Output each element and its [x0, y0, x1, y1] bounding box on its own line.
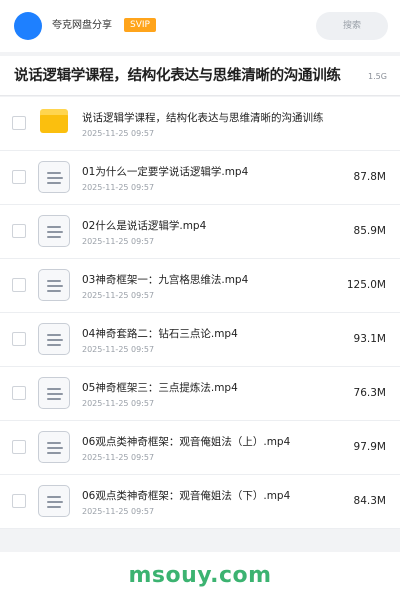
video-file-icon	[38, 269, 70, 301]
file-size: 76.3M	[353, 387, 386, 399]
select-checkbox[interactable]	[12, 332, 26, 346]
file-name: 06观点类神奇框架：观音俺姐法（上）.mp4	[82, 436, 291, 448]
video-file-icon	[38, 323, 70, 355]
footer: msouy.com	[0, 552, 400, 600]
app-header: 夸克网盘分享 SVIP 搜索	[0, 0, 400, 52]
file-row[interactable]: 06观点类神奇框架：观音俺姐法（下）.mp4 2025-11-25 09:57 …	[0, 475, 400, 529]
svip-badge: SVIP	[124, 18, 156, 32]
file-list: 说话逻辑学课程，结构化表达与思维清晰的沟通训练 2025-11-25 09:57…	[0, 97, 400, 529]
video-file-icon	[38, 161, 70, 193]
site-watermark: msouy.com	[128, 563, 272, 588]
page-title: 说话逻辑学课程，结构化表达与思维清晰的沟通训练	[14, 68, 341, 84]
file-size: 97.9M	[353, 441, 386, 453]
file-date: 2025-11-25 09:57	[82, 183, 155, 192]
file-row[interactable]: 04神奇套路二：钻石三点论.mp4 2025-11-25 09:57 93.1M	[0, 313, 400, 367]
file-name: 06观点类神奇框架：观音俺姐法（下）.mp4	[82, 490, 291, 502]
select-checkbox[interactable]	[12, 440, 26, 454]
file-date: 2025-11-25 09:57	[82, 345, 155, 354]
file-row-folder[interactable]: 说话逻辑学课程，结构化表达与思维清晰的沟通训练 2025-11-25 09:57	[0, 97, 400, 151]
select-checkbox[interactable]	[12, 224, 26, 238]
search-input[interactable]: 搜索	[316, 12, 388, 40]
app-logo-icon	[14, 12, 42, 40]
select-checkbox[interactable]	[12, 278, 26, 292]
select-checkbox[interactable]	[12, 170, 26, 184]
video-file-icon	[38, 485, 70, 517]
file-size: 93.1M	[353, 333, 386, 345]
file-row[interactable]: 01为什么一定要学说话逻辑学.mp4 2025-11-25 09:57 87.8…	[0, 151, 400, 205]
file-date: 2025-11-25 09:57	[82, 453, 155, 462]
total-size: 1.5G	[368, 72, 387, 81]
file-size: 85.9M	[353, 225, 386, 237]
file-name: 03神奇框架一：九宫格思维法.mp4	[82, 274, 249, 286]
video-file-icon	[38, 431, 70, 463]
app-name: 夸克网盘分享	[52, 20, 112, 31]
file-name: 04神奇套路二：钻石三点论.mp4	[82, 328, 238, 340]
file-size: 84.3M	[353, 495, 386, 507]
select-checkbox[interactable]	[12, 386, 26, 400]
video-file-icon	[38, 215, 70, 247]
file-name: 说话逻辑学课程，结构化表达与思维清晰的沟通训练	[82, 112, 324, 124]
file-date: 2025-11-25 09:57	[82, 237, 155, 246]
video-file-icon	[38, 377, 70, 409]
select-checkbox[interactable]	[12, 494, 26, 508]
file-row[interactable]: 05神奇框架三：三点提炼法.mp4 2025-11-25 09:57 76.3M	[0, 367, 400, 421]
file-date: 2025-11-25 09:57	[82, 399, 155, 408]
folder-icon	[40, 109, 68, 133]
file-size: 87.8M	[353, 171, 386, 183]
file-row[interactable]: 03神奇框架一：九宫格思维法.mp4 2025-11-25 09:57 125.…	[0, 259, 400, 313]
file-date: 2025-11-25 09:57	[82, 507, 155, 516]
file-row[interactable]: 06观点类神奇框架：观音俺姐法（上）.mp4 2025-11-25 09:57 …	[0, 421, 400, 475]
file-size: 125.0M	[346, 279, 386, 291]
file-row[interactable]: 02什么是说话逻辑学.mp4 2025-11-25 09:57 85.9M	[0, 205, 400, 259]
file-name: 05神奇框架三：三点提炼法.mp4	[82, 382, 238, 394]
file-date: 2025-11-25 09:57	[82, 291, 155, 300]
file-name: 02什么是说话逻辑学.mp4	[82, 220, 207, 232]
select-checkbox[interactable]	[12, 116, 26, 130]
folder-title-bar: 说话逻辑学课程，结构化表达与思维清晰的沟通训练 1.5G	[0, 56, 400, 96]
file-date: 2025-11-25 09:57	[82, 129, 155, 138]
file-name: 01为什么一定要学说话逻辑学.mp4	[82, 166, 249, 178]
